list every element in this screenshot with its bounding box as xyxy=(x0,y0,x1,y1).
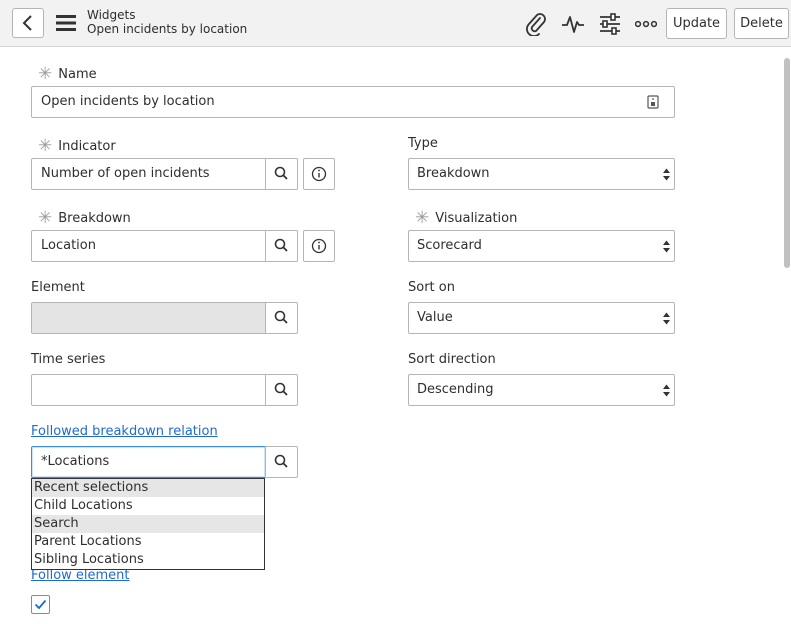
visualization-select[interactable]: Scorecard xyxy=(408,230,675,262)
dropdown-option-sibling-locations[interactable]: Sibling Locations xyxy=(32,551,264,569)
name-value: Open incidents by location xyxy=(41,94,215,109)
search-icon xyxy=(274,310,288,324)
name-field[interactable]: Open incidents by location xyxy=(31,86,675,118)
checkmark-icon xyxy=(34,599,47,610)
followed-breakdown-relation-link[interactable]: Followed breakdown relation xyxy=(31,424,218,439)
followed-breakdown-relation-lookup-button[interactable] xyxy=(265,446,298,478)
select-caret-icon xyxy=(663,168,670,181)
time-series-lookup-button[interactable] xyxy=(265,374,298,406)
update-button[interactable]: Update xyxy=(666,8,727,39)
form-header: Widgets Open incidents by location Updat… xyxy=(0,0,791,47)
time-series-label: Time series xyxy=(31,352,106,367)
select-caret-icon xyxy=(663,384,670,397)
breakdown-label-text: Breakdown xyxy=(58,211,131,226)
sort-on-value: Value xyxy=(417,310,453,325)
breakdown-info-button[interactable] xyxy=(303,230,335,262)
back-arrow-icon xyxy=(22,15,32,31)
sort-direction-select[interactable]: Descending xyxy=(408,374,675,406)
back-button[interactable] xyxy=(12,8,44,38)
search-icon xyxy=(274,454,288,468)
select-caret-icon xyxy=(663,240,670,253)
required-asterisk-icon: ✳ xyxy=(38,136,53,156)
hamburger-icon[interactable] xyxy=(56,14,76,32)
indicator-lookup-button[interactable] xyxy=(265,158,298,190)
search-icon xyxy=(274,382,288,396)
time-series-field[interactable] xyxy=(31,374,266,406)
element-label: Element xyxy=(31,280,85,295)
dropdown-group-header: Recent selections xyxy=(32,479,264,497)
autocomplete-dropdown: Recent selections Child Locations Search… xyxy=(31,478,265,570)
sliders-icon[interactable] xyxy=(598,12,622,36)
dropdown-option-child-locations[interactable]: Child Locations xyxy=(32,497,264,515)
type-value: Breakdown xyxy=(417,166,490,181)
activity-icon[interactable] xyxy=(561,13,585,35)
type-select[interactable]: Breakdown xyxy=(408,158,675,190)
required-asterisk-icon: ✳ xyxy=(38,64,53,84)
visualization-value: Scorecard xyxy=(417,238,482,253)
follow-element-link[interactable]: Follow element xyxy=(31,568,130,583)
followed-breakdown-relation-value: *Locations xyxy=(41,454,110,469)
required-asterisk-icon: ✳ xyxy=(38,208,53,228)
header-title: Widgets xyxy=(87,8,136,22)
header-titles: Widgets Open incidents by location xyxy=(87,8,247,36)
breakdown-lookup-button[interactable] xyxy=(265,230,298,262)
more-icon[interactable] xyxy=(635,19,657,29)
sort-on-select[interactable]: Value xyxy=(408,302,675,334)
indicator-value: Number of open incidents xyxy=(41,166,210,181)
sort-on-label: Sort on xyxy=(408,280,455,295)
visualization-label: ✳ Visualization xyxy=(415,207,518,228)
delete-button[interactable]: Delete xyxy=(734,8,789,39)
header-subtitle: Open incidents by location xyxy=(87,22,248,36)
visualization-label-text: Visualization xyxy=(435,211,518,226)
info-icon xyxy=(311,166,327,182)
type-label: Type xyxy=(408,136,438,151)
search-icon xyxy=(274,166,288,180)
follow-element-checkbox[interactable] xyxy=(31,595,50,614)
required-asterisk-icon: ✳ xyxy=(415,208,430,228)
sort-direction-value: Descending xyxy=(417,382,494,397)
dropdown-group-header: Search xyxy=(32,515,264,533)
indicator-label-text: Indicator xyxy=(58,139,116,154)
scrollbar-thumb[interactable] xyxy=(784,58,790,268)
element-lookup-button[interactable] xyxy=(265,302,298,334)
breakdown-label: ✳ Breakdown xyxy=(38,207,131,228)
paperclip-icon[interactable] xyxy=(525,12,547,36)
indicator-label: ✳ Indicator xyxy=(38,135,116,156)
select-caret-icon xyxy=(663,312,670,325)
breakdown-field[interactable]: Location xyxy=(31,230,266,262)
breakdown-value: Location xyxy=(41,238,96,253)
name-label-text: Name xyxy=(58,67,97,82)
element-field[interactable] xyxy=(31,302,266,334)
search-icon xyxy=(274,238,288,252)
info-icon xyxy=(311,238,327,254)
dropdown-option-parent-locations[interactable]: Parent Locations xyxy=(32,533,264,551)
name-label: ✳ Name xyxy=(38,63,97,84)
indicator-info-button[interactable] xyxy=(303,158,335,190)
sort-direction-label: Sort direction xyxy=(408,352,496,367)
indicator-field[interactable]: Number of open incidents xyxy=(31,158,266,190)
followed-breakdown-relation-input[interactable]: *Locations xyxy=(31,446,266,478)
translate-icon[interactable] xyxy=(647,95,659,109)
